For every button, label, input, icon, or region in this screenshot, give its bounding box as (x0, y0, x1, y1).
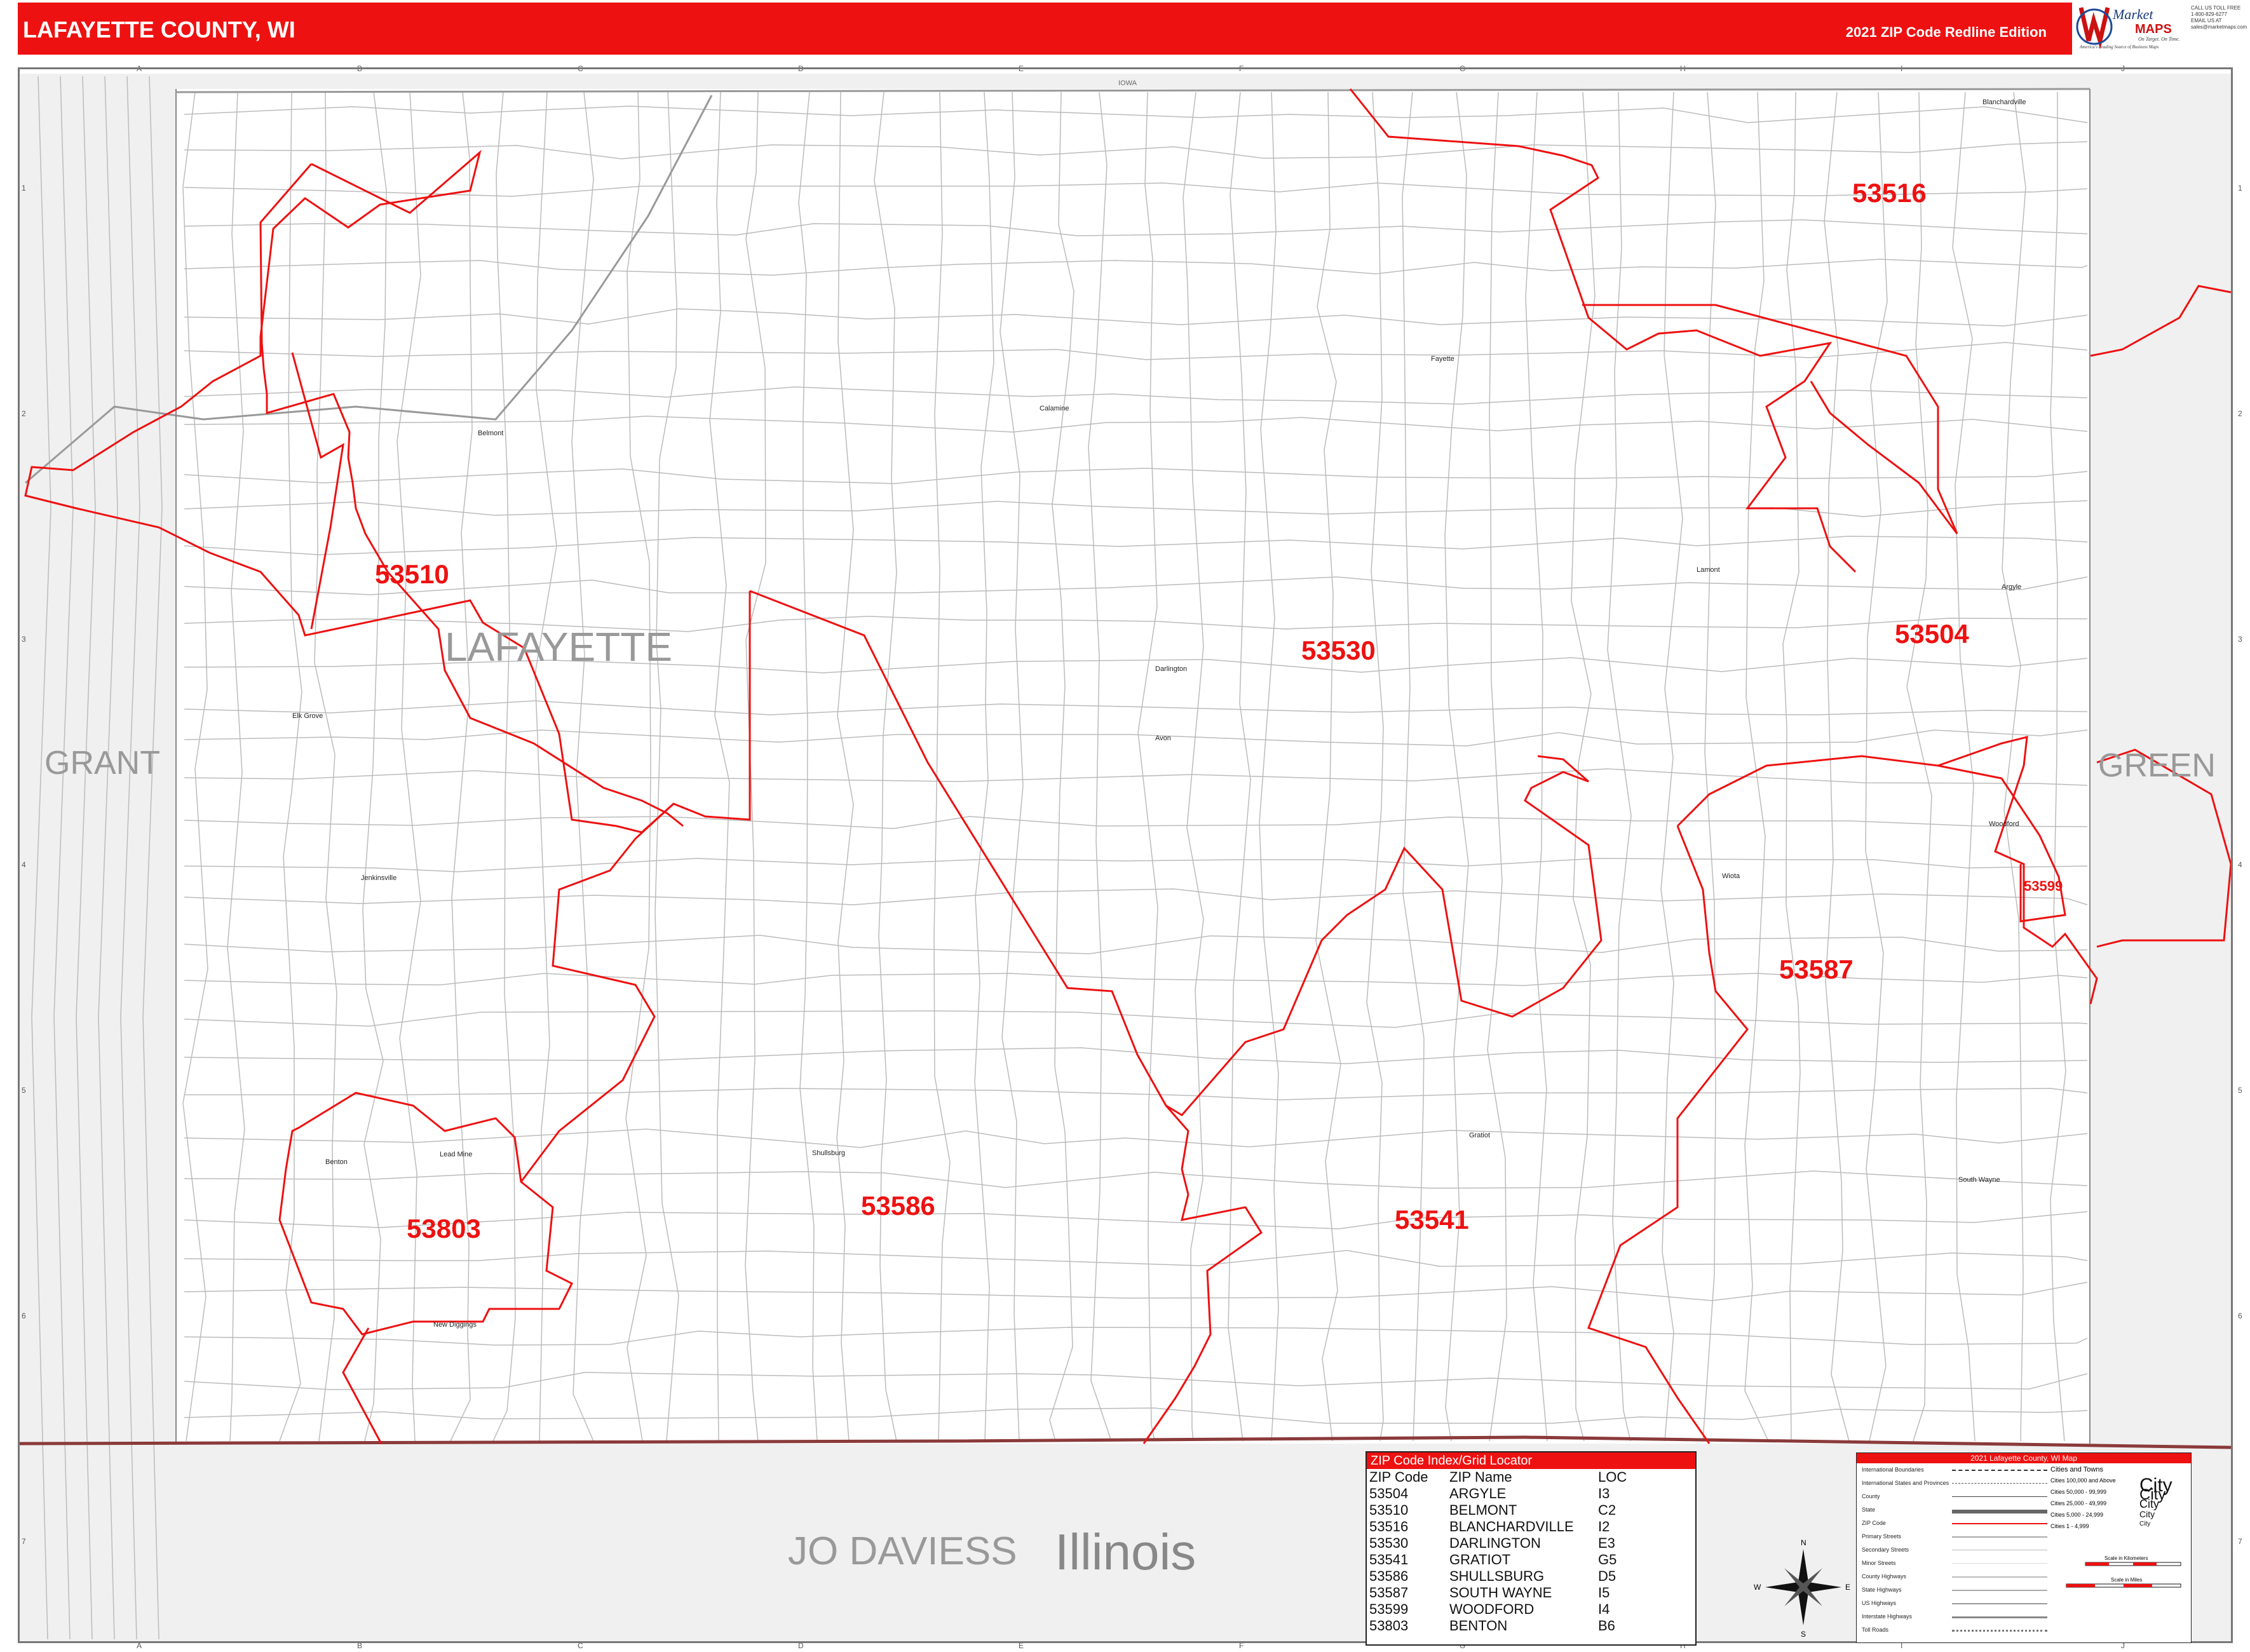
legend-city-sample: City (2139, 1520, 2151, 1527)
scale-bars: Scale in Kilometers Scale in Miles (2066, 1555, 2181, 1588)
legend-city-label: Cities 100,000 and Above (2050, 1477, 2116, 1484)
legend-city-label: Cities 1 - 4,999 (2050, 1523, 2089, 1529)
legend-item-label: Primary Streets (1862, 1533, 1902, 1540)
zip-index-table: ZIP Code Index/Grid Locator ZIP Code ZIP… (1366, 1451, 1697, 1646)
legend-cities: Cities and Towns Cities 100,000 and Abov… (2050, 1466, 2187, 1532)
zip-index-row: 53530 DARLINGTON E3 (1367, 1535, 1695, 1552)
legend-item: Primary Streets (1857, 1530, 2191, 1543)
legend-item-label: State (1862, 1506, 1876, 1513)
zip-index-zip: 53587 (1369, 1585, 1409, 1601)
legend-item-label: County (1862, 1493, 1880, 1500)
legend-item-label: Secondary Streets (1862, 1547, 1909, 1553)
zip-index-row: 53510 BELMONT C2 (1367, 1502, 1695, 1519)
zip-index-zip: 53504 (1369, 1486, 1409, 1501)
legend-item-symbol (1952, 1576, 2047, 1578)
legend-item-symbol (1952, 1563, 2047, 1564)
zip-index-row: 53504 ARGYLE I3 (1367, 1486, 1695, 1502)
zip-index-row: 53599 WOODFORD I4 (1367, 1601, 1695, 1618)
zip-index-loc: B6 (1598, 1618, 1615, 1634)
legend-cities-header: Cities and Towns (2050, 1466, 2103, 1473)
zip-index-row: 53587 SOUTH WAYNE I5 (1367, 1585, 1695, 1601)
legend-city-row: Cities 5,000 - 24,999 City (2050, 1509, 2187, 1520)
grid-row-label: 5 (2238, 1086, 2242, 1095)
zip-index-zip: 53530 (1369, 1535, 1409, 1551)
zip-index-zip: 53510 (1369, 1502, 1409, 1518)
zip-index-row: 53586 SHULLSBURG D5 (1367, 1568, 1695, 1585)
legend-item: Interstate Highways (1857, 1610, 2191, 1623)
grid-row-label: 1 (2238, 184, 2242, 193)
legend-city-row: Cities 1 - 4,999 City (2050, 1520, 2187, 1532)
zip-index-name: DARLINGTON (1449, 1535, 1541, 1551)
zip-index-name: SHULLSBURG (1449, 1568, 1545, 1584)
map-frame (18, 67, 2233, 1643)
zip-index-loc: C2 (1598, 1502, 1616, 1518)
zip-index-zip: 53599 (1369, 1601, 1409, 1617)
col-name: ZIP Name (1449, 1469, 1512, 1485)
legend-item-symbol (1952, 1523, 2047, 1524)
zip-index-row: 53803 BENTON B6 (1367, 1618, 1695, 1634)
grid-row-label: 7 (2238, 1537, 2242, 1546)
zip-index-name: BLANCHARDVILLE (1449, 1519, 1574, 1534)
map-legend: 2021 Lafayette County, WI Map Internatio… (1856, 1452, 2192, 1643)
legend-city-row: Cities 25,000 - 49,999 City (2050, 1498, 2187, 1510)
legend-item-symbol (1952, 1496, 2047, 1497)
legend-item-label: County Highways (1862, 1573, 1907, 1580)
legend-item-label: Interstate Highways (1862, 1613, 1913, 1620)
legend-item-symbol (1952, 1630, 2047, 1632)
zip-index-name: ARGYLE (1449, 1486, 1507, 1501)
legend-item-symbol (1952, 1470, 2047, 1471)
legend-item-label: International Boundaries (1862, 1466, 1924, 1473)
scale-km-label: Scale in Kilometers (2104, 1555, 2148, 1561)
zip-index-header: ZIP Code ZIP Name LOC (1367, 1469, 1695, 1486)
legend-city-sample: City (2139, 1509, 2155, 1519)
legend-item-label: US Highways (1862, 1600, 1897, 1606)
zip-index-loc: G5 (1598, 1552, 1617, 1567)
legend-item: Toll Roads (1857, 1623, 2191, 1637)
legend-item-label: ZIP Code (1862, 1520, 1886, 1526)
grid-row-label: 4 (2238, 860, 2242, 869)
legend-item-symbol (1952, 1536, 2047, 1538)
zip-index-row: 53541 GRATIOT G5 (1367, 1552, 1695, 1568)
zip-index-zip: 53586 (1369, 1568, 1409, 1584)
zip-index-name: BENTON (1449, 1618, 1508, 1634)
zip-index-zip: 53541 (1369, 1552, 1409, 1567)
legend-item-label: Minor Streets (1862, 1560, 1896, 1566)
zip-index-name: WOODFORD (1449, 1601, 1535, 1617)
scale-mi-label: Scale in Miles (2111, 1577, 2142, 1583)
zip-index-loc: I4 (1598, 1601, 1610, 1617)
legend-item-label: Toll Roads (1862, 1627, 1889, 1633)
zip-index-loc: E3 (1598, 1535, 1615, 1551)
grid-row-label: 3 (2238, 635, 2242, 644)
zip-index-zip: 53516 (1369, 1519, 1409, 1534)
legend-item-label: International States and Provinces (1862, 1480, 1949, 1486)
zip-index-name: GRATIOT (1449, 1552, 1511, 1567)
zip-index-row: 53516 BLANCHARDVILLE I2 (1367, 1519, 1695, 1535)
legend-item-symbol (1952, 1603, 2047, 1604)
legend-city-label: Cities 5,000 - 24,999 (2050, 1512, 2104, 1518)
legend-item-label: State Highways (1862, 1587, 1902, 1593)
col-zip: ZIP Code (1369, 1469, 1428, 1485)
legend-item-symbol (1952, 1590, 2047, 1591)
legend-city-row: Cities 50,000 - 99,999 City (2050, 1486, 2187, 1503)
zip-index-name: BELMONT (1449, 1502, 1517, 1518)
zip-index-loc: I2 (1598, 1519, 1610, 1534)
legend-city-row: Cities 100,000 and Above City (2050, 1475, 2187, 1496)
zip-index-zip: 53803 (1369, 1618, 1409, 1634)
legend-item-symbol (1952, 1483, 2047, 1484)
zip-index-loc: I3 (1598, 1486, 1610, 1501)
legend-title: 2021 Lafayette County, WI Map (1857, 1453, 2191, 1463)
zip-index-name: SOUTH WAYNE (1449, 1585, 1552, 1601)
legend-city-label: Cities 25,000 - 49,999 (2050, 1500, 2107, 1506)
col-loc: LOC (1598, 1469, 1627, 1485)
grid-row-label: 6 (2238, 1311, 2242, 1320)
grid-row-label: 2 (2238, 409, 2242, 418)
legend-item-symbol (1952, 1616, 2047, 1618)
zip-index-title: ZIP Code Index/Grid Locator (1367, 1452, 1695, 1469)
zip-index-loc: I5 (1598, 1585, 1610, 1601)
zip-index-loc: D5 (1598, 1568, 1616, 1584)
legend-item-symbol (1952, 1510, 2047, 1513)
legend-city-label: Cities 50,000 - 99,999 (2050, 1489, 2107, 1495)
